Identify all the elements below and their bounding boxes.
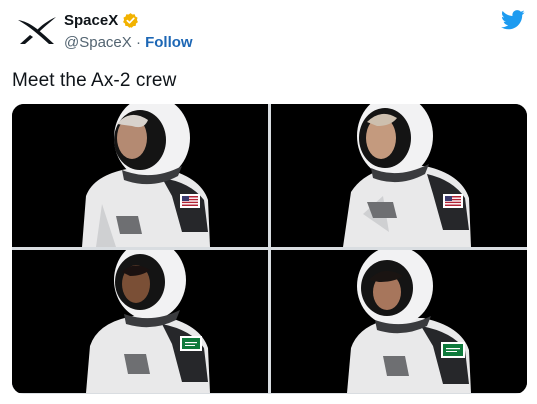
tweet-text: Meet the Ax-2 crew (12, 70, 177, 91)
saudi-flag-patch-icon (180, 336, 202, 351)
astronaut-portrait-1 (12, 104, 268, 247)
astronaut-portrait-4 (271, 250, 527, 393)
follow-button[interactable]: Follow (145, 34, 193, 51)
crew-photo-2[interactable] (271, 104, 527, 247)
astronaut-portrait-2 (271, 104, 527, 247)
twitter-bird-icon[interactable] (501, 10, 525, 30)
account-name-row: SpaceX (64, 12, 139, 29)
crew-photo-4[interactable] (271, 250, 527, 393)
spacex-logo-icon[interactable] (16, 14, 58, 48)
account-handle[interactable]: @SpaceX (64, 34, 132, 51)
us-flag-patch-icon (182, 196, 198, 206)
crew-photo-3[interactable] (12, 250, 268, 393)
saudi-flag-patch-icon (441, 342, 465, 358)
verified-badge-icon (123, 13, 139, 28)
tweet-card: SpaceX @SpaceX · Follow Meet the Ax-2 cr… (0, 0, 537, 404)
crew-photo-1[interactable] (12, 104, 268, 247)
us-flag-patch-icon (445, 196, 461, 206)
meta-separator: · (135, 34, 141, 51)
astronaut-portrait-3 (12, 250, 268, 393)
account-meta: @SpaceX · Follow (64, 34, 193, 51)
photo-grid (12, 104, 527, 394)
account-name[interactable]: SpaceX (64, 12, 118, 29)
